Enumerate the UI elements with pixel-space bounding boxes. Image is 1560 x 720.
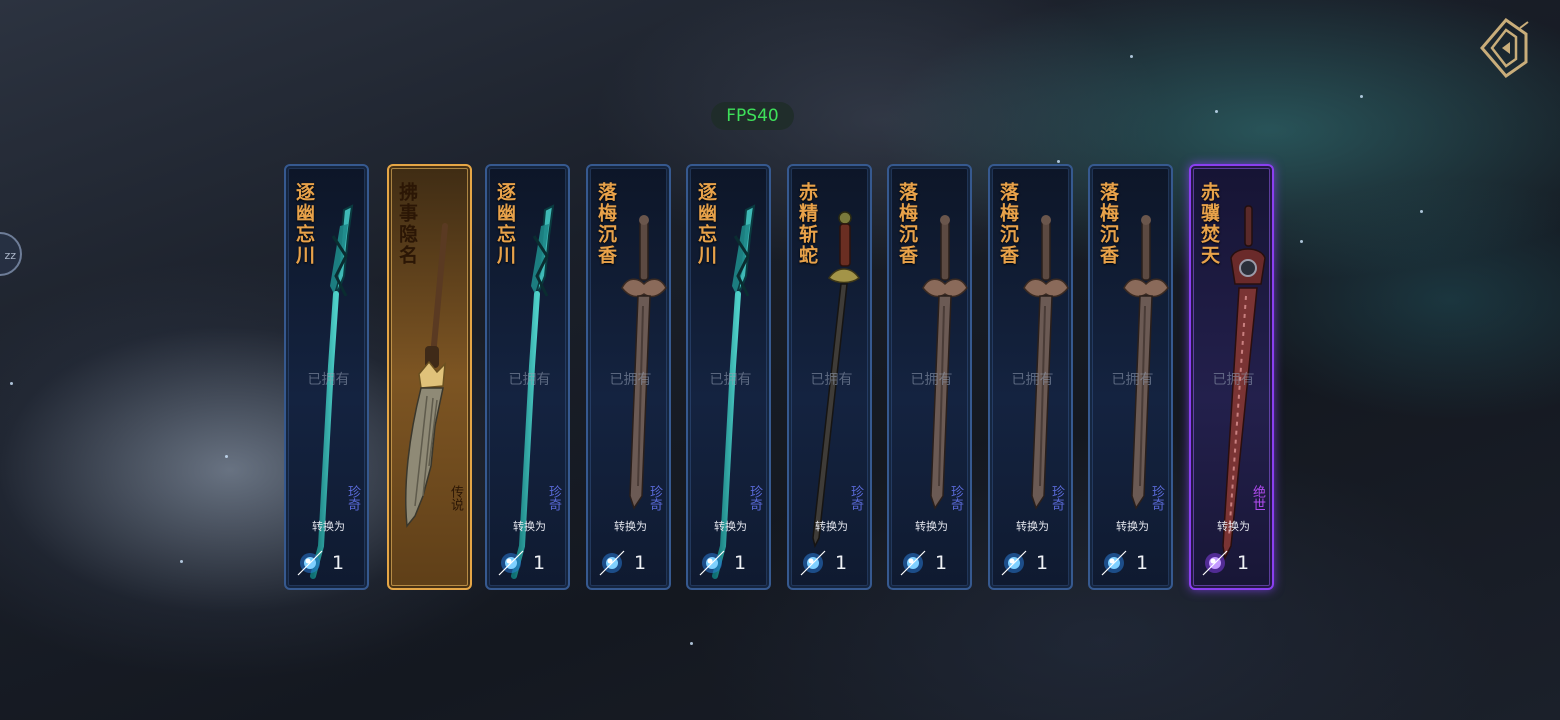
convert-label: 转换为 — [312, 520, 345, 533]
star — [1057, 160, 1060, 163]
item-name: 落梅沉香 — [997, 182, 1019, 266]
side-tab-button[interactable]: zz — [0, 232, 22, 276]
owned-label: 已拥有 — [307, 372, 350, 388]
convert-label: 转换为 — [513, 520, 546, 533]
item-name: 赤骥焚天 — [1198, 182, 1220, 266]
item-name: 逐幽忘川 — [494, 182, 516, 266]
rarity-tag: 绝世 — [1242, 466, 1268, 524]
star — [1130, 55, 1133, 58]
star — [1215, 110, 1218, 113]
blue-orb-icon — [296, 549, 324, 577]
weapon-card[interactable]: 逐幽忘川已拥有珍奇 转换为 1 — [686, 164, 771, 590]
star — [1360, 95, 1363, 98]
star — [1300, 240, 1303, 243]
weapon-card[interactable]: 逐幽忘川已拥有珍奇 转换为 1 — [284, 164, 369, 590]
currency-quantity: 1 — [1136, 552, 1149, 574]
blue-orb-icon — [799, 549, 827, 577]
star — [225, 455, 228, 458]
convert-label: 转换为 — [1016, 520, 1049, 533]
owned-label: 已拥有 — [1111, 372, 1154, 388]
currency-quantity: 1 — [835, 552, 848, 574]
convert-label: 转换为 — [1217, 520, 1250, 533]
weapon-card[interactable]: 赤骥焚天已拥有绝世 转换为 1 — [1189, 164, 1274, 590]
item-name: 逐幽忘川 — [695, 182, 717, 266]
weapon-card[interactable]: 落梅沉香已拥有珍奇 转换为 1 — [1088, 164, 1173, 590]
blue-orb-icon — [598, 549, 626, 577]
convert-label: 转换为 — [714, 520, 747, 533]
item-name: 拂事隐名 — [396, 182, 418, 266]
convert-label: 转换为 — [614, 520, 647, 533]
weapon-card[interactable]: 落梅沉香已拥有珍奇 转换为 1 — [586, 164, 671, 590]
item-name: 逐幽忘川 — [293, 182, 315, 266]
convert-label: 转换为 — [1116, 520, 1149, 533]
owned-label: 已拥有 — [709, 372, 752, 388]
rarity-tag: 珍奇 — [639, 466, 665, 524]
owned-label: 已拥有 — [609, 372, 652, 388]
item-name: 落梅沉香 — [1097, 182, 1119, 266]
star — [690, 642, 693, 645]
blue-orb-icon — [1100, 549, 1128, 577]
back-button[interactable] — [1476, 16, 1532, 80]
rarity-tag: 珍奇 — [337, 466, 363, 524]
star — [180, 560, 183, 563]
weapon-card[interactable]: 赤精斩蛇已拥有珍奇 转换为 1 — [787, 164, 872, 590]
rarity-tag: 传说 — [440, 466, 466, 524]
rarity-tag: 珍奇 — [1141, 466, 1167, 524]
convert-label: 转换为 — [915, 520, 948, 533]
currency-quantity: 1 — [332, 552, 345, 574]
convert-label: 转换为 — [815, 520, 848, 533]
owned-label: 已拥有 — [810, 372, 853, 388]
blue-orb-icon — [497, 549, 525, 577]
currency-quantity: 1 — [1237, 552, 1250, 574]
owned-label: 已拥有 — [910, 372, 953, 388]
item-name: 赤精斩蛇 — [796, 182, 818, 266]
currency-quantity: 1 — [533, 552, 546, 574]
blue-orb-icon — [1000, 549, 1028, 577]
rarity-tag: 珍奇 — [940, 466, 966, 524]
star — [10, 382, 13, 385]
item-name: 落梅沉香 — [595, 182, 617, 266]
rarity-tag: 珍奇 — [538, 466, 564, 524]
card-row: 逐幽忘川 已拥有 珍奇 转换为 1 拂事隐名 传说 逐幽忘川 已拥有 珍奇 转换为 1 落梅 — [284, 164, 1284, 590]
weapon-card[interactable]: 落梅沉香已拥有珍奇 转换为 1 — [887, 164, 972, 590]
owned-label: 已拥有 — [1212, 372, 1255, 388]
back-arrow-icon — [1480, 17, 1529, 79]
weapon-card[interactable]: 落梅沉香已拥有珍奇 转换为 1 — [988, 164, 1073, 590]
rarity-tag: 珍奇 — [739, 466, 765, 524]
star — [1420, 210, 1423, 213]
fps-counter: FPS40 — [711, 102, 794, 130]
weapon-card[interactable]: 拂事隐名传说 — [387, 164, 472, 590]
rarity-tag: 珍奇 — [1041, 466, 1067, 524]
currency-quantity: 1 — [1036, 552, 1049, 574]
purple-orb-icon — [1201, 549, 1229, 577]
blue-orb-icon — [698, 549, 726, 577]
weapon-card[interactable]: 逐幽忘川已拥有珍奇 转换为 1 — [485, 164, 570, 590]
item-name: 落梅沉香 — [896, 182, 918, 266]
currency-quantity: 1 — [734, 552, 747, 574]
currency-quantity: 1 — [634, 552, 647, 574]
blue-orb-icon — [899, 549, 927, 577]
currency-quantity: 1 — [935, 552, 948, 574]
owned-label: 已拥有 — [508, 372, 551, 388]
owned-label: 已拥有 — [1011, 372, 1054, 388]
rarity-tag: 珍奇 — [840, 466, 866, 524]
